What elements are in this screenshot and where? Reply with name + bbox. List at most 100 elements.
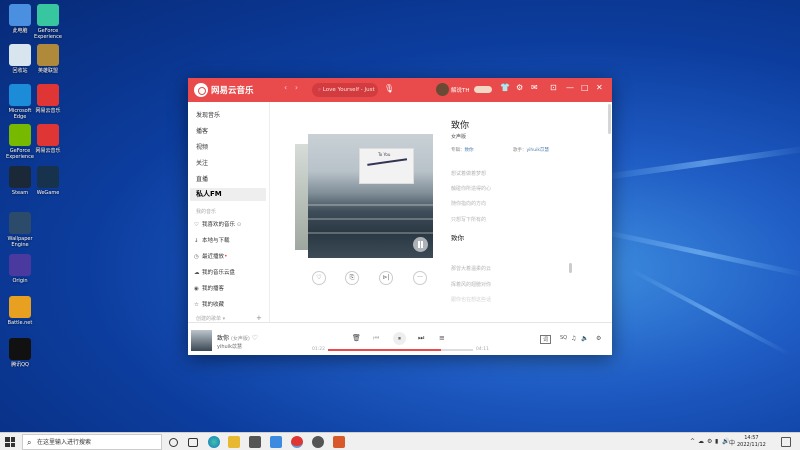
quality-icon[interactable]: SQ xyxy=(560,335,567,341)
username[interactable]: 解说TH xyxy=(451,86,470,94)
add-playlist-icon[interactable]: + xyxy=(256,314,262,322)
desktop-icon-label: GeForce Experience xyxy=(34,28,62,40)
sidebar-item-local[interactable]: ↓ 本地与下载 xyxy=(194,236,230,244)
task-view-icon[interactable] xyxy=(188,438,198,447)
mail-icon[interactable]: ✉ xyxy=(531,83,538,92)
sidebar-item-podcast[interactable]: 播客 xyxy=(196,126,208,135)
album-link[interactable]: 致你 xyxy=(465,148,474,153)
cover-pause-button[interactable] xyxy=(413,237,428,252)
settings-taskbar-icon[interactable] xyxy=(312,436,324,448)
maximize-icon[interactable]: □ xyxy=(581,83,589,92)
heart-icon[interactable]: ♡ xyxy=(252,334,258,342)
more-button[interactable]: ··· xyxy=(413,271,427,285)
artist-link[interactable]: yihuik苡慧 xyxy=(527,148,549,153)
sidebar-item-follow[interactable]: 关注 xyxy=(196,158,208,167)
cortana-icon[interactable] xyxy=(169,438,178,447)
now-playing-thumbnail[interactable] xyxy=(191,330,212,351)
album-meta: 专辑：致你 xyxy=(451,147,474,153)
sidebar-item-video[interactable]: 视频 xyxy=(196,142,208,151)
tray-chevron-icon[interactable]: ^ xyxy=(690,438,695,445)
settings-gear-icon[interactable]: ⚙ xyxy=(516,83,523,92)
wallpaper-beam xyxy=(591,227,800,278)
sidebar-item-label: 我的音乐云盘 xyxy=(202,270,236,276)
lyric-scrollbar[interactable] xyxy=(569,263,572,273)
desktop-icon[interactable]: GeForce Experience xyxy=(30,4,66,40)
clock-time: 14:57 xyxy=(744,435,759,441)
lyric-line: 随你指向的方向 xyxy=(451,201,487,207)
main-scrollbar[interactable] xyxy=(608,104,611,134)
sidebar-item-label: 最近播放 xyxy=(202,254,225,260)
trash-button[interactable]: ⎘ xyxy=(345,271,359,285)
desktop-icon[interactable]: 英雄联盟 xyxy=(30,44,66,74)
desktop-icon[interactable]: Battle.net xyxy=(2,296,38,326)
notification-icon[interactable] xyxy=(781,437,791,447)
netease-taskbar-icon[interactable] xyxy=(291,436,303,448)
tray-onedrive-icon[interactable]: ☁ xyxy=(698,438,704,445)
lyric-current: 致你 xyxy=(451,234,464,242)
lyric-line: 挥着风的翅膀对你 xyxy=(451,282,492,288)
sound-effect-icon[interactable]: ♫ xyxy=(571,335,576,342)
forward-arrow-icon[interactable]: › xyxy=(295,83,298,92)
sidebar-item-label: 我的收藏 xyxy=(202,302,225,308)
back-arrow-icon[interactable]: ‹ xyxy=(284,83,287,92)
sidebar-item-liked[interactable]: ♡ 我喜欢的音乐 ⊙ xyxy=(194,220,241,228)
heart-mode-icon[interactable]: ⊙ xyxy=(237,222,242,228)
desktop-icon[interactable]: Wallpaper Engine xyxy=(2,212,38,248)
lyrics-toggle-icon[interactable]: 词 xyxy=(540,335,552,344)
prev-icon[interactable]: ⏮ xyxy=(373,334,379,343)
cover-card: To You xyxy=(359,148,414,184)
edge-taskbar-icon[interactable] xyxy=(208,436,220,448)
sidebar-item-live[interactable]: 直播 xyxy=(196,174,208,183)
desktop-icon[interactable]: 网易云音乐 xyxy=(30,124,66,154)
heart-icon: ♡ xyxy=(194,222,199,228)
sidebar-item-my-podcast[interactable]: ◉ 我的播客 xyxy=(194,284,224,292)
desktop-app-icon xyxy=(9,84,31,106)
store-icon[interactable] xyxy=(249,436,261,448)
taskbar-clock[interactable]: 14:57 2022/11/12 xyxy=(737,435,766,449)
play-pause-button[interactable]: ⏸ xyxy=(393,332,406,345)
desktop-icon[interactable]: WeGame xyxy=(30,166,66,196)
next-icon[interactable]: ⏭ xyxy=(418,334,424,343)
next-song-button[interactable]: ⊳| xyxy=(379,271,393,285)
playlist-mode-icon[interactable]: ≡ xyxy=(439,334,445,342)
desktop-icon[interactable]: 腾讯QQ xyxy=(2,338,38,368)
new-dot-icon: • xyxy=(224,253,228,260)
desktop-icon[interactable]: 网易云音乐 xyxy=(30,84,66,114)
tray-battery-icon[interactable]: ▮ xyxy=(715,438,718,445)
song-title: 致你 xyxy=(451,121,470,131)
progress-bar[interactable] xyxy=(328,349,473,351)
created-playlists-heading[interactable]: 创建的歌单 ▾ xyxy=(196,315,225,322)
time-current: 01:22 xyxy=(312,347,325,352)
playlist-settings-icon[interactable]: ⚙ xyxy=(596,335,601,342)
sidebar-item-recent[interactable]: ◷ 最近播放• xyxy=(194,252,228,260)
mic-icon[interactable]: 🎙 xyxy=(384,84,394,93)
tray-ime-icon[interactable]: 中 xyxy=(729,438,735,447)
app-taskbar-icon[interactable] xyxy=(333,436,345,448)
windows-start-icon[interactable] xyxy=(5,437,15,447)
trash-icon[interactable]: 🗑 xyxy=(352,334,361,342)
sidebar-item-private-fm[interactable]: 私人FM xyxy=(190,188,266,201)
sidebar-item-discover[interactable]: 发现音乐 xyxy=(196,110,220,119)
like-button[interactable]: ♡ xyxy=(312,271,326,285)
nav-arrows[interactable]: ‹ › xyxy=(284,83,298,92)
tray-settings-icon[interactable]: ⚙ xyxy=(707,438,712,445)
file-explorer-icon[interactable] xyxy=(228,436,240,448)
now-playing-artist[interactable]: yihuik苡慧 xyxy=(217,343,242,350)
minimize-icon[interactable]: — xyxy=(566,83,574,92)
vip-badge[interactable] xyxy=(474,86,492,93)
skin-icon[interactable]: 👕 xyxy=(500,83,510,92)
desktop-icon-label: 腾讯QQ xyxy=(11,362,29,368)
avatar[interactable] xyxy=(436,83,449,96)
lyric-line: 那曾大着温柔的云 xyxy=(451,266,492,272)
taskbar-search-input[interactable]: 在这里输入进行搜索 xyxy=(22,434,162,450)
volume-icon[interactable]: 🔈 xyxy=(581,335,588,342)
sidebar-item-cloud[interactable]: ☁ 我的音乐云盘 xyxy=(194,268,235,276)
search-input[interactable]: ⌕ Love Yourself - Just xyxy=(312,83,378,97)
clock-icon: ◷ xyxy=(194,254,199,260)
sidebar-item-collection[interactable]: ☆ 我的收藏 xyxy=(194,300,224,308)
mail-taskbar-icon[interactable] xyxy=(270,436,282,448)
mini-mode-icon[interactable]: ⊡ xyxy=(550,83,557,92)
desktop-icon[interactable]: Origin xyxy=(2,254,38,284)
desktop-app-icon xyxy=(9,212,31,234)
close-icon[interactable]: ✕ xyxy=(596,83,603,92)
